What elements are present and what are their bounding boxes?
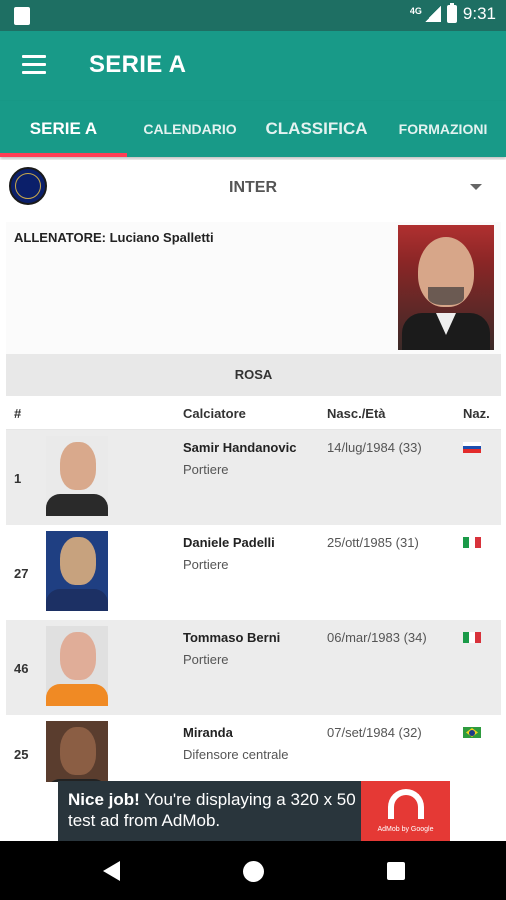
- player-role: Portiere: [183, 652, 229, 667]
- player-birth: 07/set/1984 (32): [327, 725, 422, 740]
- italy-flag-icon: [463, 537, 481, 548]
- tab-bar: SERIE A CALENDARIO CLASSIFICA FORMAZIONI: [0, 101, 506, 157]
- tab-formazioni[interactable]: FORMAZIONI: [380, 101, 506, 157]
- column-nationality: Naz.: [463, 406, 490, 421]
- dropdown-arrow-icon[interactable]: [470, 184, 482, 190]
- coach-label: ALLENATORE: Luciano Spalletti: [14, 230, 214, 245]
- battery-icon: [446, 3, 457, 23]
- player-number: 25: [14, 747, 29, 762]
- admob-banner[interactable]: Nice job! You're displaying a 320 x 50 t…: [58, 781, 450, 841]
- slovenia-flag-icon: [463, 442, 481, 454]
- app-bar: SERIE A: [0, 31, 506, 101]
- roster-column-header: # Calciatore Nasc./Età Naz.: [6, 396, 501, 430]
- player-name: Daniele Padelli: [183, 535, 275, 550]
- player-photo: [46, 436, 108, 516]
- home-icon[interactable]: [243, 861, 264, 882]
- player-name: Tommaso Berni: [183, 630, 281, 645]
- tab-calendario[interactable]: CALENDARIO: [127, 101, 253, 157]
- italy-flag-icon: [463, 632, 481, 643]
- app-title: SERIE A: [89, 51, 187, 78]
- coach-card: ALLENATORE: Luciano Spalletti: [6, 222, 501, 354]
- back-icon[interactable]: [103, 861, 120, 881]
- player-number: 1: [14, 471, 22, 486]
- clock: 9:31: [462, 4, 496, 23]
- network-type: 4G: [409, 6, 422, 16]
- player-birth: 14/lug/1984 (33): [327, 440, 422, 455]
- team-panel: ALLENATORE: Luciano Spalletti ROSA # Cal…: [6, 222, 501, 782]
- player-row[interactable]: 27 Daniele Padelli Portiere 25/ott/1985 …: [6, 525, 501, 620]
- player-name: Miranda: [183, 725, 233, 740]
- player-number: 27: [14, 566, 29, 581]
- tab-indicator: [0, 153, 127, 157]
- recents-icon[interactable]: [387, 862, 405, 880]
- player-number: 46: [14, 661, 29, 676]
- signal-icon: [424, 6, 441, 22]
- roster-title: ROSA: [6, 354, 501, 396]
- status-icons: 4G 9:31: [409, 3, 496, 24]
- brazil-flag-icon: [463, 727, 481, 738]
- ad-text: Nice job! You're displaying a 320 x 50 t…: [68, 789, 358, 831]
- tab-label: CALENDARIO: [143, 121, 237, 137]
- player-photo: [46, 721, 108, 782]
- ad-logo-text: AdMob by Google: [377, 826, 434, 833]
- player-row[interactable]: 46 Tommaso Berni Portiere 06/mar/1983 (3…: [6, 620, 501, 715]
- player-photo: [46, 626, 108, 706]
- player-row[interactable]: 25 Miranda Difensore centrale 07/set/198…: [6, 715, 501, 782]
- column-player: Calciatore: [183, 406, 246, 421]
- player-name: Samir Handanovic: [183, 440, 297, 455]
- team-name: INTER: [229, 179, 277, 196]
- admob-logo-icon: AdMob by Google: [361, 781, 450, 841]
- player-role: Portiere: [183, 462, 229, 477]
- tab-label: SERIE A: [29, 119, 98, 138]
- coach-photo: [398, 225, 494, 350]
- system-nav-bar: [0, 841, 506, 900]
- tab-serie-a[interactable]: SERIE A: [0, 101, 127, 157]
- tab-label: CLASSIFICA: [265, 119, 368, 138]
- player-photo: [46, 531, 108, 611]
- ad-bold-text: Nice job!: [68, 790, 140, 809]
- tab-label: FORMAZIONI: [398, 121, 488, 137]
- player-role: Portiere: [183, 557, 229, 572]
- menu-icon[interactable]: [22, 55, 46, 75]
- status-bar: 4G 9:31: [0, 0, 506, 31]
- player-birth: 06/mar/1983 (34): [327, 630, 427, 645]
- player-row[interactable]: 1 Samir Handanovic Portiere 14/lug/1984 …: [6, 430, 501, 525]
- player-role: Difensore centrale: [183, 747, 289, 762]
- tab-classifica[interactable]: CLASSIFICA: [253, 101, 380, 157]
- team-selector[interactable]: INTER: [0, 160, 506, 216]
- sd-card-icon: [14, 7, 30, 25]
- column-number: #: [14, 406, 22, 421]
- player-birth: 25/ott/1985 (31): [327, 535, 419, 550]
- column-birth: Nasc./Età: [327, 406, 386, 421]
